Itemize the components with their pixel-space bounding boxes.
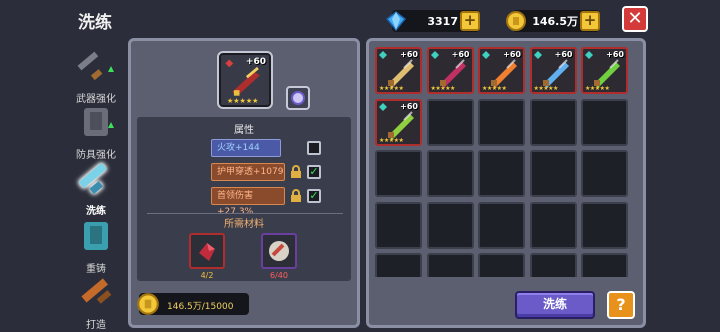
sword-upgrade-icon xyxy=(77,51,114,81)
inventory-item-slot[interactable]: +60 ★★★★★ xyxy=(426,47,474,94)
attribute-3-checkbox[interactable]: ✓ xyxy=(307,189,321,203)
materials-title: 所需材料 xyxy=(224,219,264,230)
refine-stone-icon xyxy=(269,241,289,261)
inventory-empty-slot[interactable] xyxy=(529,98,577,146)
material-slot-1[interactable] xyxy=(189,233,225,269)
selected-item-slot[interactable]: +60 ★★★★★ xyxy=(217,51,273,109)
gold-cost-bar: 146.5万/15000 xyxy=(137,293,249,315)
inventory-empty-slot[interactable] xyxy=(426,253,474,277)
red-crystal-icon xyxy=(199,243,215,261)
inventory-empty-slot[interactable] xyxy=(375,201,422,249)
refine-sword-icon xyxy=(78,162,107,195)
inventory-empty-slot[interactable] xyxy=(375,253,422,277)
lock-icon xyxy=(291,165,301,178)
add-diamonds-button[interactable]: + xyxy=(460,11,480,31)
ice-sword-weapon-icon xyxy=(542,59,569,88)
inventory-empty-slot[interactable] xyxy=(478,98,525,146)
item-stars: ★★★★★ xyxy=(379,136,404,144)
item-stars: ★★★★★ xyxy=(482,85,507,92)
gold-counter: 146.5万 + xyxy=(506,10,600,32)
inventory-empty-slot[interactable] xyxy=(426,150,474,197)
dark-scythe-weapon-icon xyxy=(439,59,466,88)
attribute-row-2: 护甲穿透+1079 xyxy=(211,163,285,181)
help-button[interactable]: ? xyxy=(607,291,635,319)
sidebar-item-reforge[interactable]: 重铸 xyxy=(68,216,124,275)
item-stars: ★★★★★ xyxy=(430,85,456,92)
fire-blade-weapon-icon xyxy=(491,59,517,88)
inventory-empty-slot[interactable] xyxy=(529,150,577,197)
attributes-title: 属性 xyxy=(234,125,254,136)
inventory-empty-slot[interactable] xyxy=(478,201,525,249)
spear-weapon-icon xyxy=(388,59,414,88)
inventory-item-slot[interactable]: +60 ★★★★★ xyxy=(478,47,525,94)
item-level: +60 xyxy=(503,50,521,59)
inventory-empty-slot[interactable] xyxy=(581,150,628,197)
add-gold-button[interactable]: + xyxy=(580,11,600,31)
sidebar-item-label: 打造 xyxy=(86,320,106,331)
attribute-2-checkbox[interactable]: ✓ xyxy=(307,165,321,179)
attribute-row-1: 火攻+144 xyxy=(211,139,281,157)
inventory-empty-slot[interactable] xyxy=(581,253,628,277)
item-stars: ★★★★★ xyxy=(533,85,559,92)
inventory-empty-slot[interactable] xyxy=(478,150,525,197)
attribute-row-3: 首领伤害+27.3% xyxy=(211,187,285,217)
lock-icon xyxy=(291,189,301,202)
item-stars: ★★★★★ xyxy=(379,85,404,92)
sidebar-item-refine[interactable]: 洗练 xyxy=(68,158,124,217)
reforge-armor-icon xyxy=(84,222,108,250)
inventory-item-slot[interactable]: +60 ★★★★★ xyxy=(581,47,628,94)
gold-coin-icon xyxy=(506,11,526,31)
item-level: +60 xyxy=(400,101,418,111)
inventory-empty-slot[interactable] xyxy=(426,201,474,249)
material-count-2: 6/40 xyxy=(270,271,288,280)
diamond-counter: 3317 + xyxy=(385,10,480,32)
inventory-empty-slot[interactable] xyxy=(581,201,628,249)
inventory-item-slot[interactable]: +60 ★★★★★ xyxy=(375,98,422,146)
refine-panel: +60 ★★★★★ 属性 火攻+144 护甲穿透+1079 ✓ 首领伤害+27.… xyxy=(128,38,360,328)
page-title: 洗练 xyxy=(78,13,112,33)
green-blade-weapon-icon xyxy=(594,59,620,88)
gem-icon xyxy=(291,91,305,105)
inventory-item-slot[interactable]: +60 ★★★★★ xyxy=(375,47,422,94)
attributes-section: 属性 火攻+144 护甲穿透+1079 ✓ 首领伤害+27.3% ✓ 所需材料 … xyxy=(137,117,351,281)
nature-staff-weapon-icon xyxy=(388,110,414,140)
divider xyxy=(147,213,343,214)
inventory-empty-slot[interactable] xyxy=(426,98,474,146)
inventory-empty-slot[interactable] xyxy=(375,150,422,197)
inventory-item-slot[interactable]: +60 ★★★★★ xyxy=(529,47,577,94)
inventory-grid: +60 ★★★★★ +60 ★★★★★ +60 ★★★★★ +60 ★★★★★ +60 ★★★★★… xyxy=(375,47,637,277)
sidebar-item-armor-upgrade[interactable]: 防具强化 xyxy=(68,102,124,161)
inventory-empty-slot[interactable] xyxy=(529,201,577,249)
sidebar-item-weapon-upgrade[interactable]: 武器强化 xyxy=(68,46,124,105)
armor-upgrade-icon xyxy=(84,108,114,136)
selected-item-level: +60 xyxy=(245,57,266,67)
attribute-1-checkbox[interactable] xyxy=(307,141,321,155)
close-button[interactable]: ✕ xyxy=(622,6,648,32)
item-stars: ★★★★★ xyxy=(585,85,610,92)
inventory-empty-slot[interactable] xyxy=(581,98,628,146)
diamond-icon xyxy=(385,11,407,32)
gold-coin-icon xyxy=(137,293,159,315)
selected-item-stars: ★★★★★ xyxy=(227,97,259,105)
material-count-1: 4/2 xyxy=(200,271,214,280)
item-level: +60 xyxy=(606,50,624,59)
gold-cost-text: 146.5万/15000 xyxy=(167,302,234,312)
inventory-empty-slot[interactable] xyxy=(478,253,525,277)
sidebar-item-forge[interactable]: 打造 xyxy=(68,272,124,331)
item-level: +60 xyxy=(400,50,418,59)
refine-button[interactable]: 洗练 xyxy=(515,291,595,319)
material-slot-2[interactable] xyxy=(261,233,297,269)
sidebar-item-label: 洗练 xyxy=(86,206,106,217)
gem-button[interactable] xyxy=(286,86,310,110)
inventory-empty-slot[interactable] xyxy=(529,253,577,277)
item-level: +60 xyxy=(554,50,573,59)
inventory-panel: +60 ★★★★★ +60 ★★★★★ +60 ★★★★★ +60 ★★★★★ +60 ★★★★★… xyxy=(366,38,646,328)
item-level: +60 xyxy=(451,50,470,59)
forge-icon xyxy=(81,278,112,304)
